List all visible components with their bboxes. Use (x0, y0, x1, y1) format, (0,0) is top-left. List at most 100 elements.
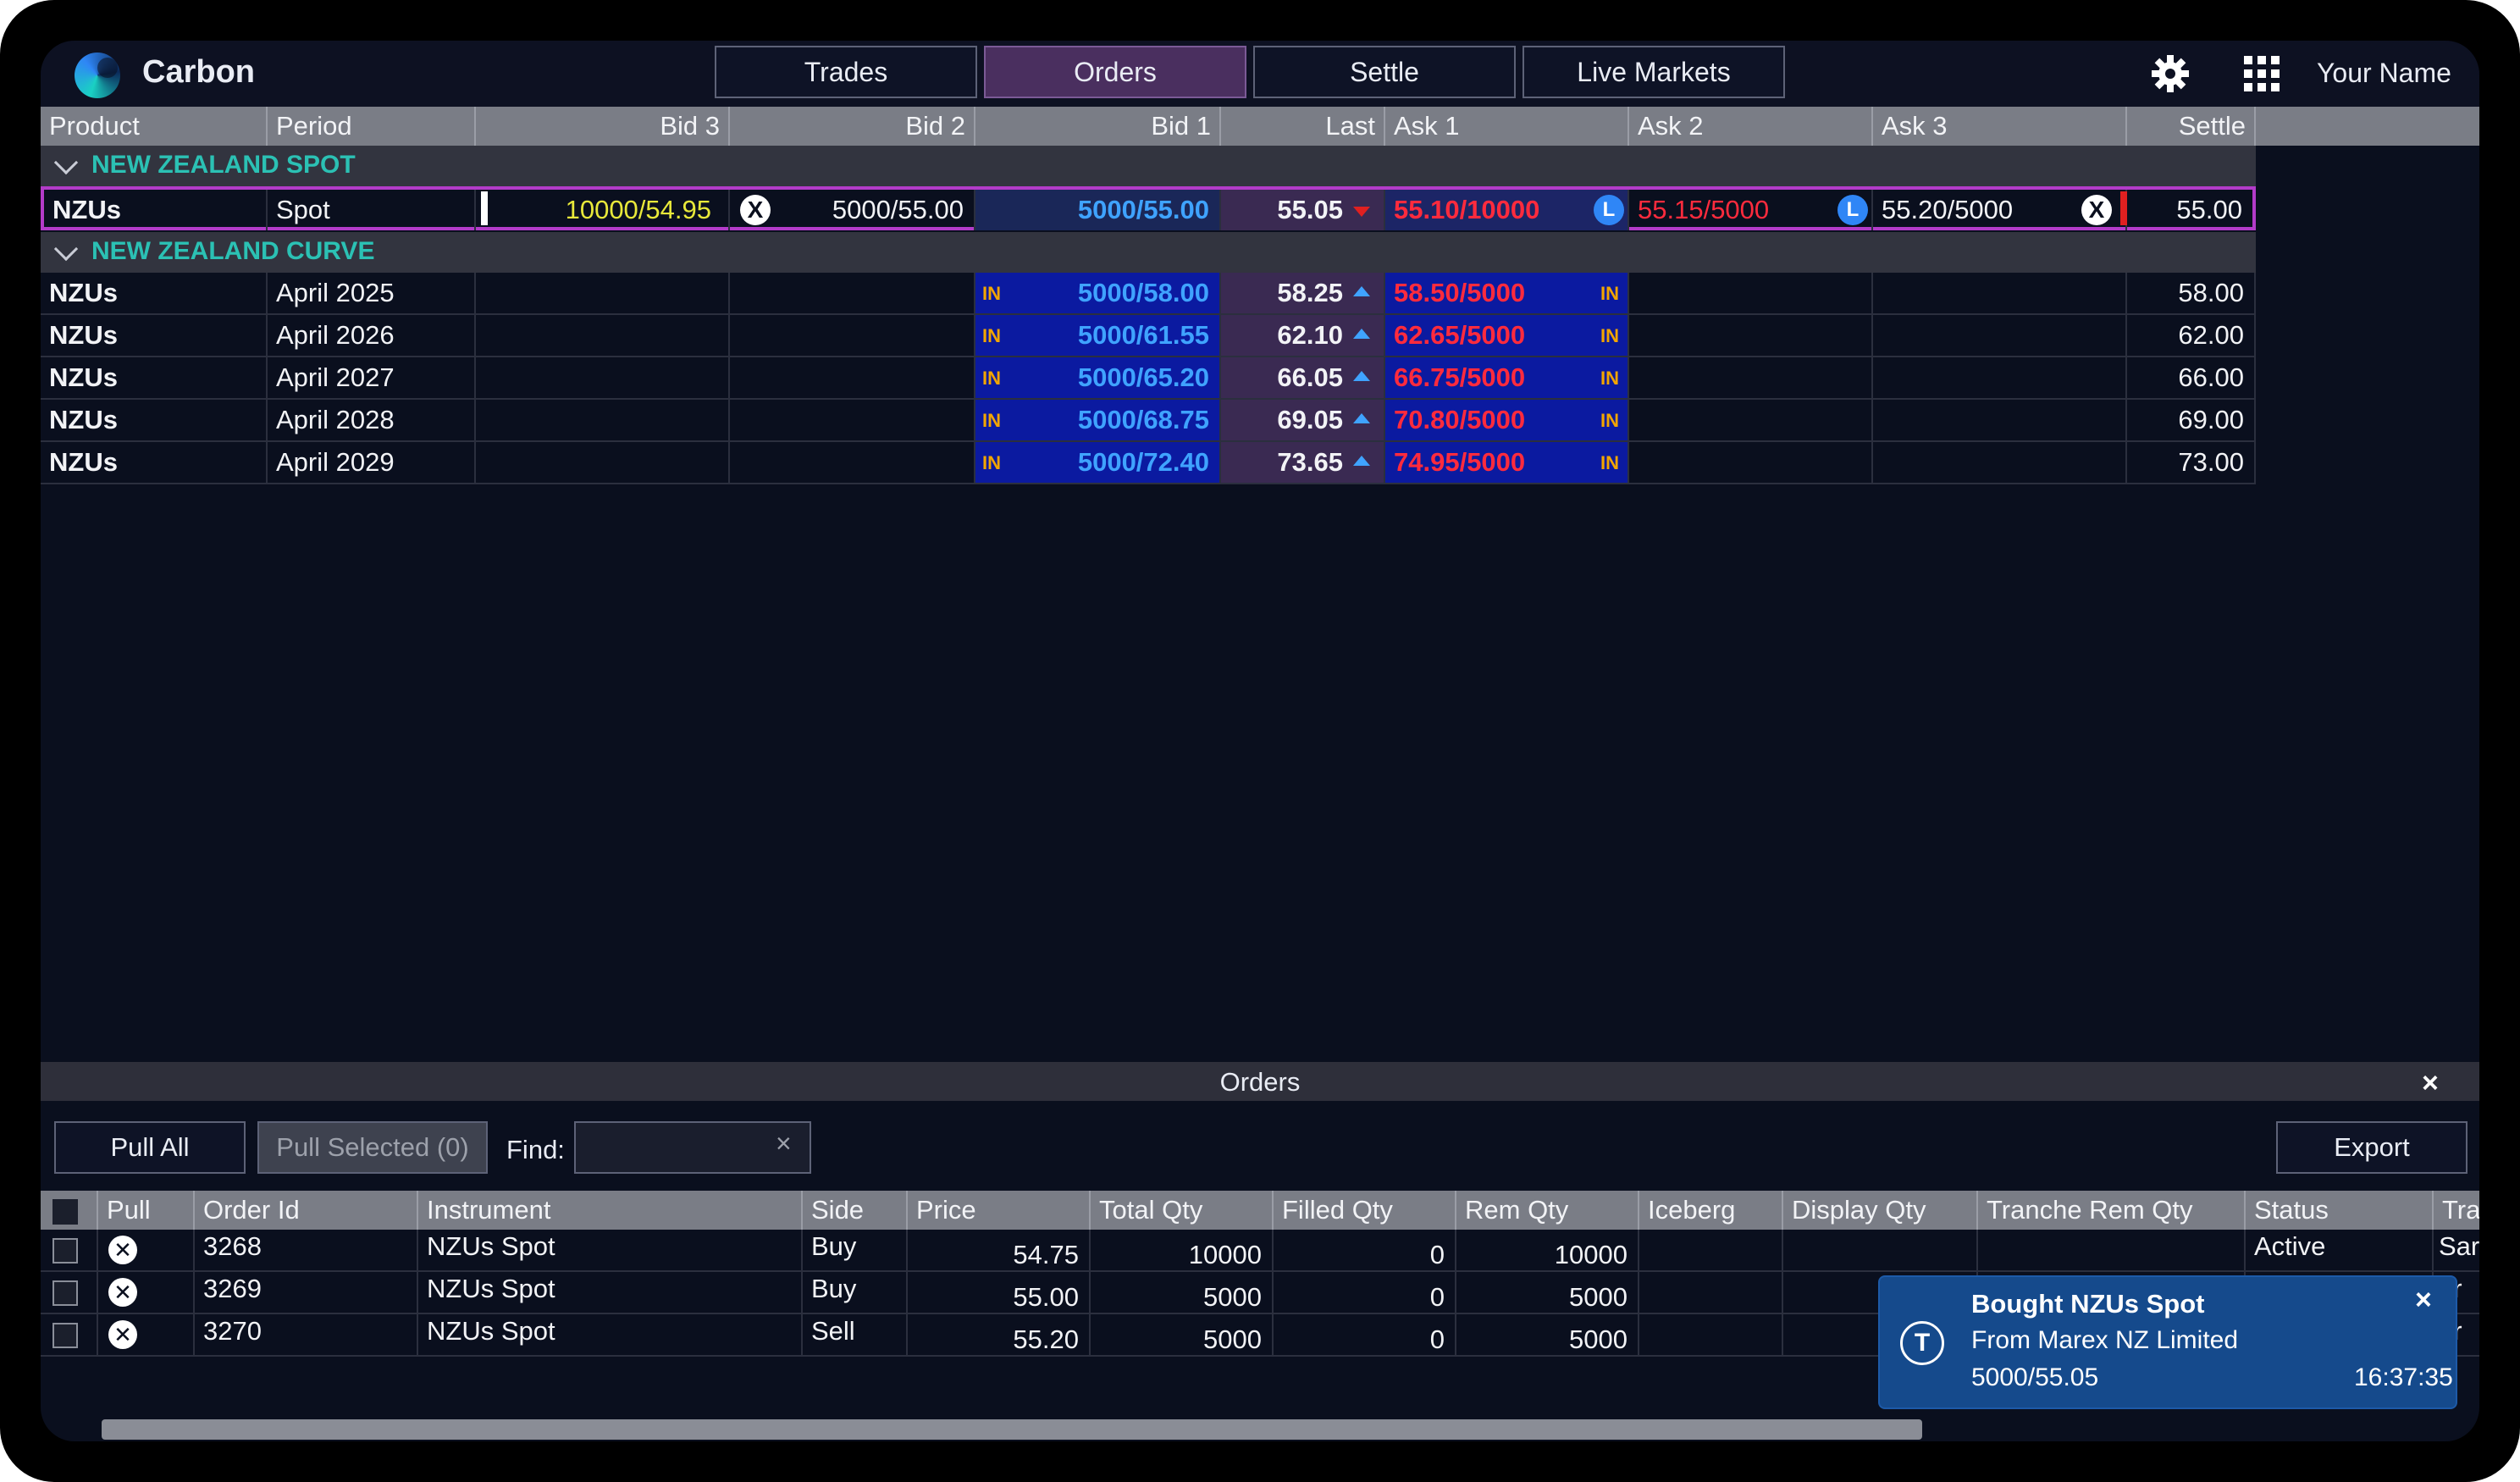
pull-cell[interactable]: ✕ (98, 1314, 195, 1355)
col-rem-qty[interactable]: Rem Qty (1456, 1191, 1639, 1230)
tab-settle[interactable]: Settle (1253, 46, 1516, 98)
col-bid2[interactable]: Bid 2 (730, 107, 975, 146)
chevron-down-icon[interactable] (53, 150, 79, 175)
bid3-cell[interactable] (476, 357, 730, 398)
ask1-cell[interactable]: 62.65/5000 (1385, 315, 1629, 356)
last-l-icon[interactable]: L (1838, 195, 1868, 225)
pull-selected-button[interactable]: Pull Selected (0) (257, 1121, 488, 1174)
ask3-cell[interactable] (1873, 400, 2127, 440)
apps-grid-icon[interactable] (2242, 54, 2281, 93)
row-select-cell[interactable] (41, 1230, 98, 1270)
market-row[interactable]: NZUs April 2026 5000/61.55 IN 62.10 62.6… (41, 315, 2256, 357)
bid1-cell[interactable]: 5000/55.00 (975, 190, 1221, 230)
row-select-cell[interactable] (41, 1272, 98, 1313)
ask3-cell[interactable] (1873, 357, 2127, 398)
trade-notification-toast[interactable]: T Bought NZUs Spot From Marex NZ Limited… (1880, 1277, 2456, 1407)
bid1-cell[interactable]: 5000/61.55 (975, 315, 1221, 356)
ask1-cell[interactable]: 66.75/5000 (1385, 357, 1629, 398)
col-tranche-rem-qty[interactable]: Tranche Rem Qty (1978, 1191, 2246, 1230)
bid2-cell[interactable]: 5000/55.00 (730, 190, 975, 230)
bid3-cell[interactable] (476, 442, 730, 483)
col-bid1[interactable]: Bid 1 (975, 107, 1221, 146)
ask2-cell[interactable] (1629, 442, 1873, 483)
col-ask1[interactable]: Ask 1 (1385, 107, 1629, 146)
ask2-cell[interactable]: 55.15/5000 (1629, 190, 1873, 230)
bid1-cell[interactable]: 5000/65.20 (975, 357, 1221, 398)
gear-icon[interactable] (2149, 53, 2191, 95)
tab-orders[interactable]: Orders (984, 46, 1246, 98)
col-instrument[interactable]: Instrument (418, 1191, 803, 1230)
pull-order-icon[interactable]: ✕ (108, 1236, 137, 1264)
clear-icon[interactable]: × (776, 1128, 792, 1159)
pull-order-icon[interactable]: ✕ (108, 1278, 137, 1307)
bid1-cell[interactable]: 5000/72.40 (975, 442, 1221, 483)
ask2-cell[interactable] (1629, 400, 1873, 440)
market-row[interactable]: NZUs April 2029 5000/72.40 IN 73.65 74.9… (41, 442, 2256, 484)
ask1-cell[interactable]: 74.95/5000 (1385, 442, 1629, 483)
col-total-qty[interactable]: Total Qty (1091, 1191, 1274, 1230)
col-ask2[interactable]: Ask 2 (1629, 107, 1873, 146)
group-new-zealand-spot[interactable]: NEW ZEALAND SPOT (41, 146, 2256, 186)
close-icon[interactable]: × (2415, 1284, 2432, 1317)
market-row[interactable]: NZUs April 2028 5000/68.75 IN 69.05 70.8… (41, 400, 2256, 442)
bid2-cell[interactable] (730, 357, 975, 398)
select-all-checkbox[interactable] (52, 1199, 78, 1225)
close-icon[interactable]: × (2422, 1067, 2439, 1100)
ask1-cell[interactable]: 55.10/10000 (1385, 190, 1629, 230)
ask2-cell[interactable] (1629, 315, 1873, 356)
col-order-id[interactable]: Order Id (195, 1191, 418, 1230)
col-period[interactable]: Period (268, 107, 476, 146)
col-side[interactable]: Side (803, 1191, 908, 1230)
bid2-cell[interactable] (730, 442, 975, 483)
col-filled-qty[interactable]: Filled Qty (1274, 1191, 1456, 1230)
bid1-cell[interactable]: 5000/68.75 (975, 400, 1221, 440)
col-display-qty[interactable]: Display Qty (1783, 1191, 1978, 1230)
bid3-cell[interactable] (476, 400, 730, 440)
col-pull[interactable]: Pull (98, 1191, 195, 1230)
col-settle[interactable]: Settle (2127, 107, 2256, 146)
col-product[interactable]: Product (41, 107, 268, 146)
chevron-down-icon[interactable] (53, 236, 79, 262)
col-status[interactable]: Status (2246, 1191, 2434, 1230)
ask3-cell[interactable] (1873, 273, 2127, 313)
row-select-cell[interactable] (41, 1314, 98, 1355)
col-bid3[interactable]: Bid 3 (476, 107, 730, 146)
pull-cell[interactable]: ✕ (98, 1230, 195, 1270)
horizontal-scrollbar[interactable] (102, 1419, 1922, 1440)
row-checkbox[interactable] (52, 1280, 78, 1306)
ask1-cell[interactable]: 70.80/5000 (1385, 400, 1629, 440)
row-checkbox[interactable] (52, 1323, 78, 1348)
bid2-cell[interactable] (730, 400, 975, 440)
export-button[interactable]: Export (2276, 1121, 2468, 1174)
market-row[interactable]: NZUs April 2025 5000/58.00 IN 58.25 58.5… (41, 273, 2256, 315)
tab-trades[interactable]: Trades (715, 46, 977, 98)
col-trader[interactable]: Tra (2434, 1191, 2479, 1230)
ask3-cell[interactable] (1873, 442, 2127, 483)
bid3-cell[interactable] (476, 273, 730, 313)
market-row[interactable]: NZUs April 2027 5000/65.20 IN 66.05 66.7… (41, 357, 2256, 400)
tab-live-markets[interactable]: Live Markets (1522, 46, 1785, 98)
select-all-column[interactable] (41, 1191, 98, 1230)
ask3-cell[interactable] (1873, 315, 2127, 356)
pull-cell[interactable]: ✕ (98, 1272, 195, 1313)
user-name[interactable]: Your Name (2317, 58, 2451, 89)
col-price[interactable]: Price (908, 1191, 1091, 1230)
group-new-zealand-curve[interactable]: NEW ZEALAND CURVE (41, 232, 2256, 273)
bid1-cell[interactable]: 5000/58.00 (975, 273, 1221, 313)
ask2-cell[interactable] (1629, 357, 1873, 398)
bid3-cell[interactable] (476, 315, 730, 356)
pull-all-button[interactable]: Pull All (54, 1121, 246, 1174)
bid2-cell[interactable] (730, 315, 975, 356)
order-row[interactable]: ✕ 3268 NZUs Spot Buy 54.75 10000 0 10000… (41, 1230, 2479, 1272)
bid2-cell[interactable] (730, 273, 975, 313)
bid3-cell[interactable]: 10000/54.95 (476, 190, 730, 230)
last-l-icon[interactable]: L (1594, 195, 1624, 225)
market-row-spot[interactable]: NZUs Spot 10000/54.95 X 5000/55.00 H 500… (41, 186, 2256, 230)
ask2-cell[interactable] (1629, 273, 1873, 313)
col-ask3[interactable]: Ask 3 (1873, 107, 2127, 146)
col-iceberg[interactable]: Iceberg (1639, 1191, 1783, 1230)
row-checkbox[interactable] (52, 1238, 78, 1264)
col-last[interactable]: Last (1221, 107, 1385, 146)
pull-order-icon[interactable]: ✕ (108, 1320, 137, 1349)
cancel-circle-icon[interactable]: X (2081, 195, 2112, 225)
